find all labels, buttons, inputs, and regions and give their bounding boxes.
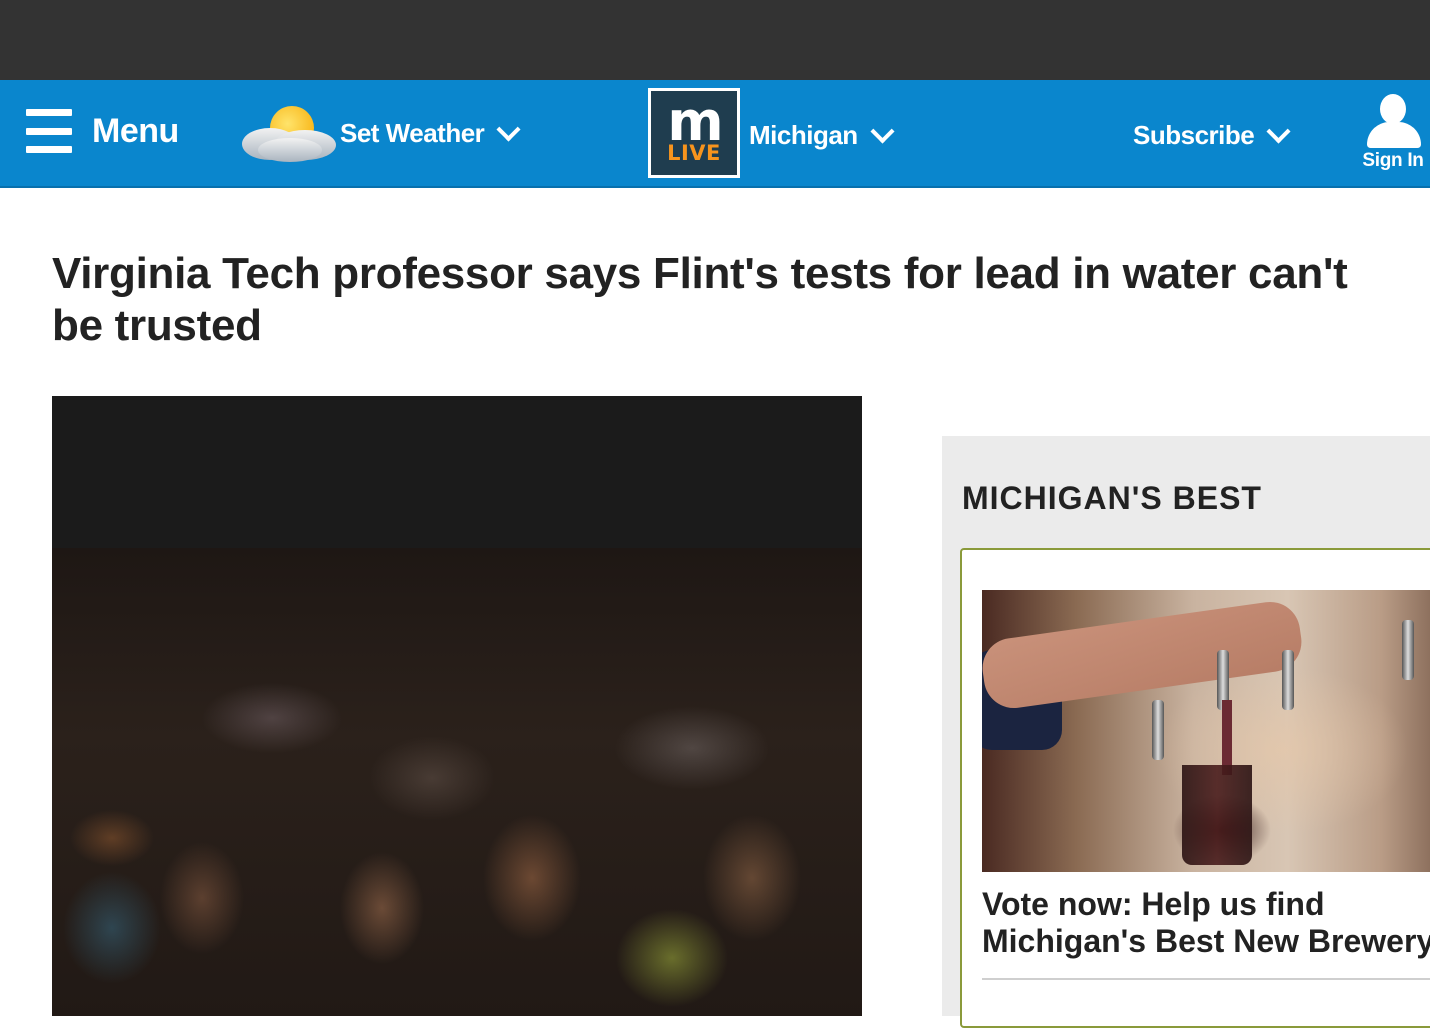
region-selector[interactable]: Michigan xyxy=(749,119,895,151)
sign-in-button[interactable]: Sign In xyxy=(1358,94,1428,174)
subscribe-button[interactable]: Subscribe xyxy=(1133,119,1291,151)
sign-in-label: Sign In xyxy=(1362,150,1424,171)
michigans-best-sidebar: MICHIGAN'S BEST Vote now: Help us find M… xyxy=(942,436,1430,1028)
weather-label: Set Weather xyxy=(340,117,485,148)
article-headline: Virginia Tech professor says Flint's tes… xyxy=(52,249,1348,350)
divider xyxy=(982,978,1430,980)
logo-m: m xyxy=(667,90,723,153)
subscribe-label: Subscribe xyxy=(1133,120,1255,150)
user-icon xyxy=(1363,94,1423,148)
chevron-down-icon xyxy=(1266,119,1291,144)
chevron-down-icon xyxy=(870,119,895,144)
set-weather-button[interactable]: Set Weather xyxy=(238,102,521,164)
menu-label: Menu xyxy=(92,111,179,150)
sidebar-title: MICHIGAN'S BEST xyxy=(962,480,1262,516)
beer-tap-image[interactable] xyxy=(982,590,1430,872)
site-navbar: Menu Set Weather m LIVE Michigan Subscri… xyxy=(0,80,1430,188)
promo-card-title[interactable]: Vote now: Help us find Michigan's Best N… xyxy=(982,886,1430,960)
audience-photo xyxy=(52,548,862,1016)
menu-button[interactable]: Menu xyxy=(26,109,179,153)
promo-card[interactable]: Vote now: Help us find Michigan's Best N… xyxy=(960,548,1430,1028)
region-label: Michigan xyxy=(749,120,858,150)
top-bar xyxy=(0,0,1430,80)
article-media[interactable] xyxy=(52,396,862,1016)
logo-live: LIVE xyxy=(667,141,721,165)
partly-cloudy-icon xyxy=(238,102,340,164)
chevron-down-icon xyxy=(496,116,521,142)
mlive-logo[interactable]: m LIVE xyxy=(648,88,740,178)
hamburger-icon xyxy=(26,109,72,153)
